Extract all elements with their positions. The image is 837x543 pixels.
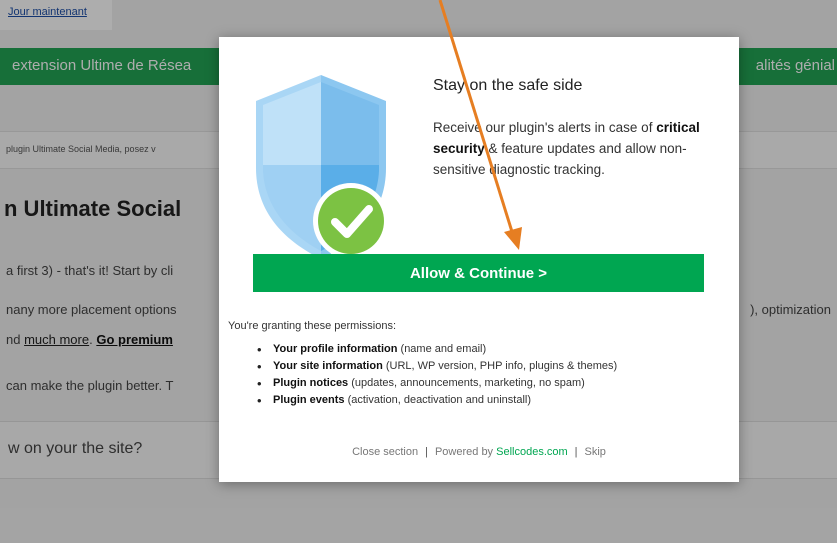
list-item: Your site information (URL, WP version, … (257, 358, 617, 375)
permission-detail: (updates, announcements, marketing, no s… (348, 377, 585, 389)
permission-name: Your site information (273, 360, 383, 372)
permissions-list: Your profile information (name and email… (257, 341, 617, 409)
powered-by-text: Powered by (434, 446, 497, 458)
close-section-link[interactable]: Close section (352, 446, 418, 458)
modal-description: Receive our plugin's alerts in case of c… (433, 117, 703, 180)
permission-detail: (URL, WP version, PHP info, plugins & th… (382, 360, 618, 372)
modal-footer: Close section | Powered by Sellcodes.com | S… (219, 446, 739, 458)
list-item: Plugin events (activation, deactivation … (257, 392, 617, 409)
list-item: Plugin notices (updates, announcements, … (257, 375, 617, 392)
sellcodes-link[interactable]: Sellcodes.com (496, 446, 568, 458)
list-item: Your profile information (name and email… (257, 341, 617, 358)
permissions-title: You're granting these permissions: (228, 320, 397, 332)
footer-separator: | (574, 446, 578, 458)
allow-continue-button[interactable]: Allow & Continue > (253, 254, 704, 292)
skip-link[interactable]: Skip (585, 446, 606, 458)
shield-check-icon (253, 73, 403, 263)
modal-title: Stay on the safe side (433, 77, 583, 94)
opt-in-modal: Stay on the safe side Receive our plugin… (219, 37, 739, 482)
permission-name: Plugin events (273, 394, 345, 406)
permission-name: Your profile information (273, 343, 398, 355)
permission-name: Plugin notices (273, 377, 349, 389)
desc-part-1: Receive our plugin's alerts in case of (433, 120, 657, 135)
permission-detail: (name and email) (397, 343, 487, 355)
permission-detail: (activation, deactivation and uninstall) (344, 394, 532, 406)
footer-separator: | (425, 446, 428, 458)
